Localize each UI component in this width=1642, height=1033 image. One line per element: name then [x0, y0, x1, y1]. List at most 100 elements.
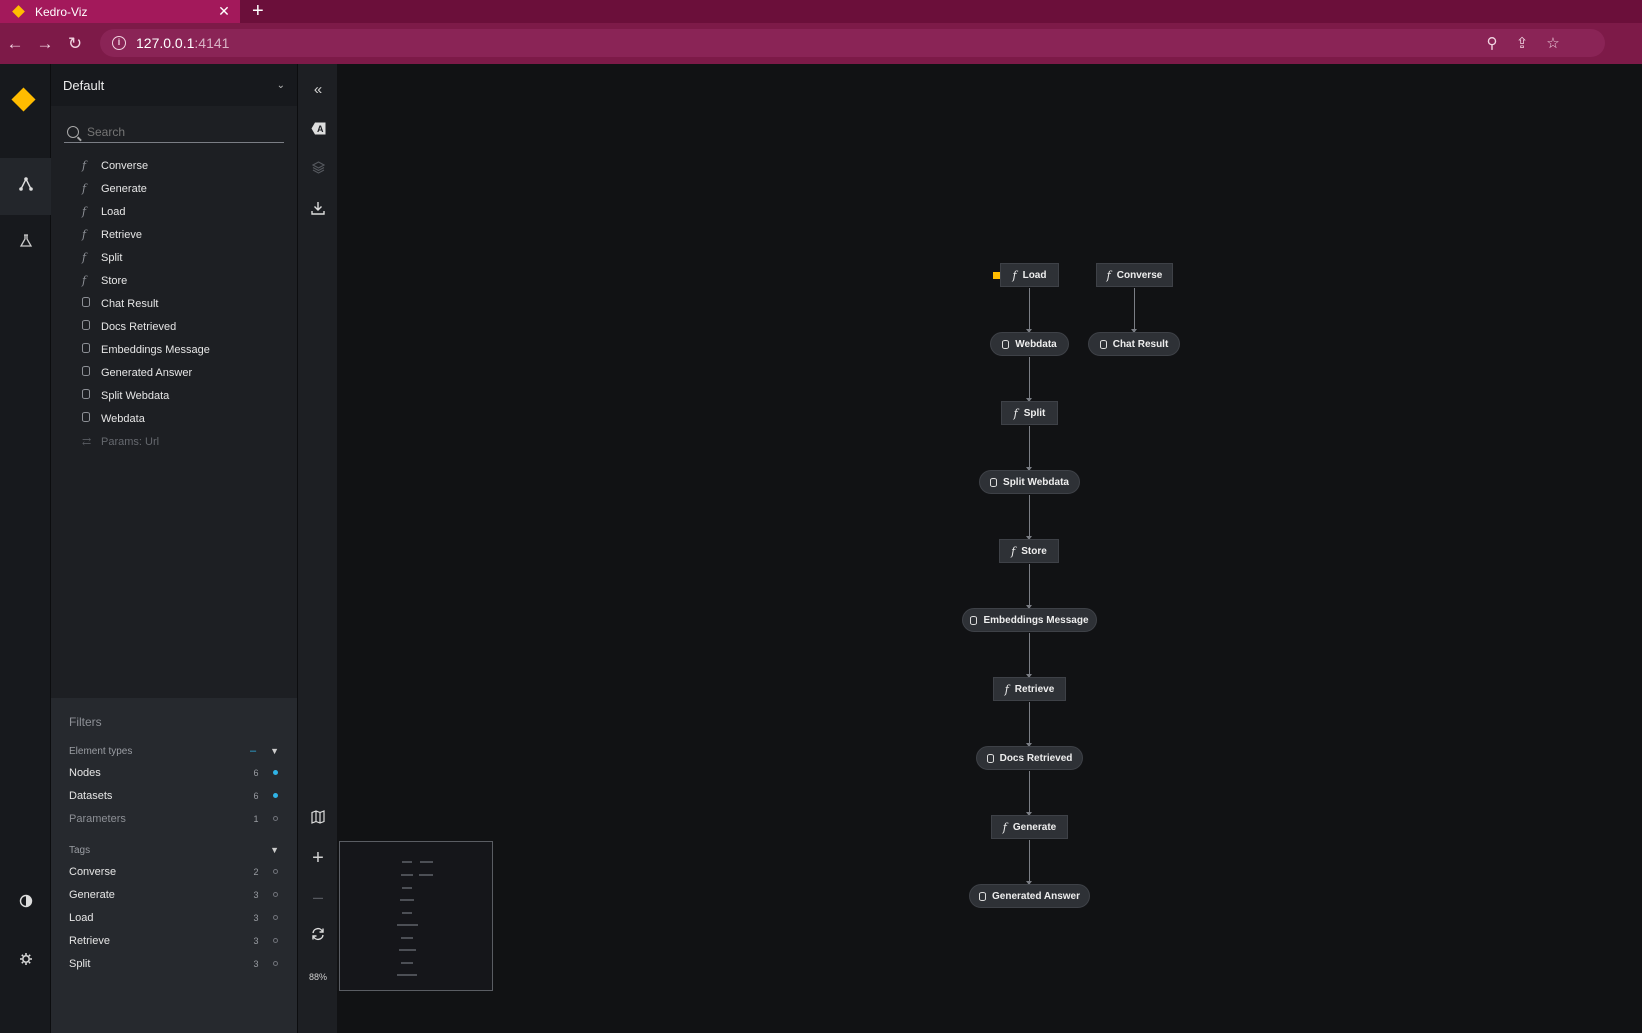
flowchart-canvas[interactable]: f Load f Converse Webdata Chat Result f Spl… — [337, 64, 1642, 1033]
theme-toggle-icon[interactable] — [0, 894, 51, 912]
address-bar[interactable]: i 127.0.0.1:4141 — [100, 29, 1605, 57]
node-list-item[interactable]: ⇄ Params: Url — [51, 430, 297, 453]
settings-gear-icon[interactable] — [0, 952, 51, 970]
collapse-sidebar-icon[interactable]: « — [298, 81, 338, 98]
node-label: Embeddings Message — [983, 614, 1089, 626]
new-tab-button[interactable]: + — [252, 0, 264, 23]
filter-toggle[interactable] — [273, 961, 278, 966]
element-types-partial-icon[interactable]: – — [250, 745, 256, 757]
node-list-item[interactable]: f Store — [51, 269, 297, 292]
edge-embeddings-retrieve — [1026, 633, 1032, 678]
node-list-item[interactable]: f Retrieve — [51, 223, 297, 246]
element-types-header[interactable]: Element types – ▼ — [69, 741, 279, 761]
filter-tag-converse[interactable]: Converse 2 — [69, 860, 279, 883]
node-list-item[interactable]: Webdata — [51, 407, 297, 430]
tags-header[interactable]: Tags ▼ — [69, 840, 279, 860]
filter-count: 2 — [253, 866, 259, 877]
node-list-item[interactable]: f Generate — [51, 177, 297, 200]
filter-count: 6 — [253, 767, 259, 778]
reset-zoom-icon[interactable] — [298, 927, 338, 945]
node-list-item[interactable]: Split Webdata — [51, 384, 297, 407]
pipeline-select[interactable]: Default ⌄ — [51, 64, 297, 106]
bookmark-star-icon[interactable]: ☆ — [1539, 23, 1567, 64]
node-list-item[interactable]: Chat Result — [51, 292, 297, 315]
filter-tag-retrieve[interactable]: Retrieve 3 — [69, 929, 279, 952]
node-label: Split — [1023, 407, 1046, 419]
tab-title: Kedro-Viz — [35, 4, 88, 19]
graph-node-embeddings-message[interactable]: Embeddings Message — [962, 608, 1097, 632]
node-list-label: Embeddings Message — [101, 343, 210, 356]
filter-type-datasets[interactable]: Datasets 6 — [69, 784, 279, 807]
dataset-icon — [82, 320, 101, 333]
graph-node-docs-retrieved[interactable]: Docs Retrieved — [976, 746, 1083, 770]
zoom-in-icon[interactable]: + — [298, 847, 338, 870]
kedro-logo[interactable] — [11, 87, 36, 112]
filter-toggle[interactable] — [273, 770, 278, 775]
close-tab-icon[interactable]: ✕ — [214, 3, 234, 20]
collapse-triangle-icon[interactable]: ▼ — [270, 845, 279, 855]
filter-toggle[interactable] — [273, 938, 278, 943]
graph-node-retrieve[interactable]: f Retrieve — [993, 677, 1066, 701]
experiment-flask-icon[interactable] — [0, 234, 51, 252]
node-list-item[interactable]: Docs Retrieved — [51, 315, 297, 338]
search-box[interactable] — [64, 121, 284, 143]
node-label: Load — [1022, 269, 1047, 281]
reload-icon[interactable]: ↻ — [60, 23, 90, 64]
forward-icon[interactable]: → — [30, 23, 60, 64]
label-toggle-icon[interactable]: A — [298, 122, 338, 139]
graph-node-chat-result[interactable]: Chat Result — [1088, 332, 1180, 356]
parameters-icon: ⇄ — [82, 435, 92, 448]
graph-node-load[interactable]: f Load — [1000, 263, 1059, 287]
dataset-icon — [82, 366, 101, 379]
url-port: :4141 — [194, 35, 230, 51]
zoom-icon[interactable]: ⚲ — [1478, 23, 1506, 64]
graph-node-split-webdata[interactable]: Split Webdata — [979, 470, 1080, 494]
download-icon[interactable] — [298, 201, 338, 219]
filter-type-nodes[interactable]: Nodes 6 — [69, 761, 279, 784]
browser-tab[interactable]: Kedro-Viz ✕ — [0, 0, 240, 23]
graph-node-generate[interactable]: f Generate — [991, 815, 1068, 839]
filter-toggle[interactable] — [273, 816, 278, 821]
zoom-out-icon[interactable]: – — [298, 887, 338, 908]
function-icon: f — [82, 182, 87, 195]
flowchart-icon[interactable] — [0, 176, 51, 196]
graph-node-webdata[interactable]: Webdata — [990, 332, 1069, 356]
dataset-icon — [82, 343, 101, 356]
node-list-item[interactable]: Embeddings Message — [51, 338, 297, 361]
filter-tag-split[interactable]: Split 3 — [69, 952, 279, 975]
function-icon: f — [82, 159, 87, 172]
filter-tag-generate[interactable]: Generate 3 — [69, 883, 279, 906]
graph-node-split[interactable]: f Split — [1001, 401, 1058, 425]
node-list-item[interactable]: Generated Answer — [51, 361, 297, 384]
node-list: f Converse f Generate f Load f Retrieve f Split f S… — [51, 154, 297, 453]
filter-toggle[interactable] — [273, 892, 278, 897]
edge-docs-generate — [1026, 771, 1032, 816]
edge-splitwebdata-store — [1026, 495, 1032, 540]
node-list-item[interactable]: f Converse — [51, 154, 297, 177]
search-input[interactable] — [87, 124, 267, 139]
filter-label: Datasets — [69, 789, 113, 802]
site-info-icon[interactable]: i — [112, 36, 126, 50]
function-icon: f — [82, 205, 87, 218]
graph-node-converse[interactable]: f Converse — [1096, 263, 1173, 287]
function-icon: f — [1013, 406, 1018, 420]
graph-node-generated-answer[interactable]: Generated Answer — [969, 884, 1090, 908]
share-icon[interactable]: ⇪ — [1508, 23, 1536, 64]
function-icon: f — [1011, 544, 1016, 558]
filter-label: Parameters — [69, 812, 126, 825]
filter-toggle[interactable] — [273, 915, 278, 920]
collapse-triangle-icon[interactable]: ▼ — [270, 746, 279, 756]
filter-type-parameters[interactable]: Parameters 1 — [69, 807, 279, 830]
filter-toggle[interactable] — [273, 869, 278, 874]
back-icon[interactable]: ← — [0, 23, 30, 64]
filter-toggle[interactable] — [273, 793, 278, 798]
layers-icon[interactable] — [298, 161, 338, 178]
node-list-item[interactable]: f Load — [51, 200, 297, 223]
node-list-item[interactable]: f Split — [51, 246, 297, 269]
graph-node-store[interactable]: f Store — [999, 539, 1059, 563]
function-icon: f — [1002, 820, 1007, 834]
minimap-toggle-icon[interactable] — [298, 810, 338, 828]
dataset-icon — [970, 615, 978, 625]
zoom-level: 88% — [308, 972, 327, 982]
filter-tag-load[interactable]: Load 3 — [69, 906, 279, 929]
